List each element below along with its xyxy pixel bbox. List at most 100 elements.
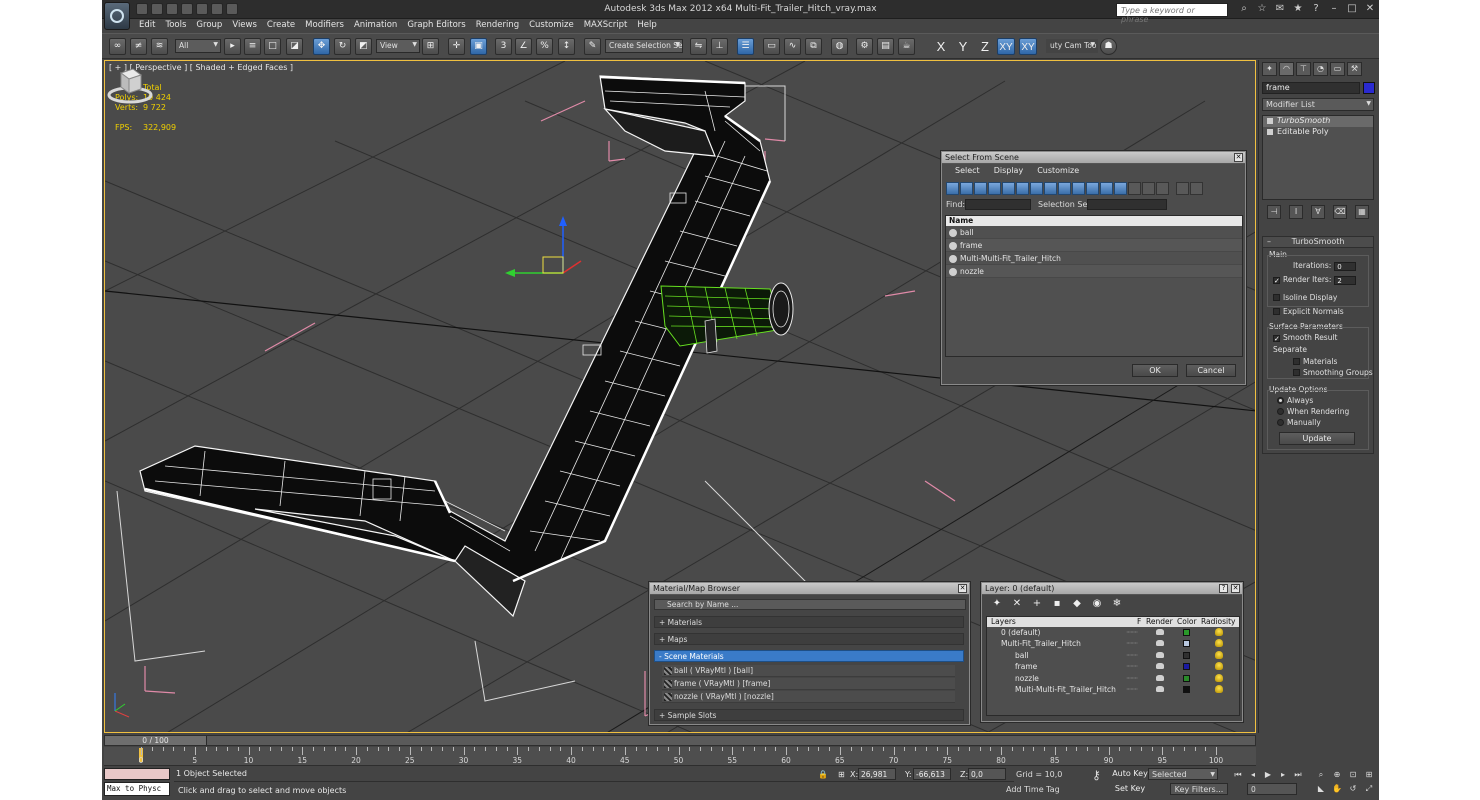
render-teapot-icon[interactable] [1156,651,1164,658]
select-by-name-icon[interactable]: ≡ [244,38,261,55]
minimize-icon[interactable]: – [1328,3,1340,15]
section-sample-slots[interactable]: + Sample Slots [654,709,964,721]
named-selection-dropdown[interactable]: Create Selection Se [605,39,683,53]
layer-visibility-dots[interactable]: ········ [1126,684,1138,695]
manually-radio[interactable] [1277,419,1284,426]
select-rotate-icon[interactable]: ↻ [334,38,351,55]
sync-selection-icon[interactable] [1156,182,1169,195]
add-to-layer-icon[interactable]: + [1030,598,1044,611]
smooth-result-checkbox[interactable]: ✓ [1273,335,1280,343]
menu-graph-editors[interactable]: Graph Editors [402,19,470,33]
spinner-snap-icon[interactable]: ↕ [558,38,575,55]
stack-item-editable-poly[interactable]: Editable Poly [1263,127,1373,138]
expand-icon[interactable] [1267,129,1273,135]
cancel-button[interactable]: Cancel [1186,364,1236,377]
axis-x-button[interactable]: X [932,38,950,55]
maximize-icon[interactable]: □ [1346,3,1358,15]
zoom-icon[interactable]: ⌕ [1315,769,1327,780]
render-teapot-icon[interactable] [1156,663,1164,670]
ball-mount[interactable] [660,282,794,354]
sfs-menu-display[interactable]: Display [987,164,1031,178]
select-scale-icon[interactable]: ◩ [355,38,372,55]
materials-checkbox[interactable] [1293,358,1300,365]
selection-set-dropdown[interactable] [1087,199,1167,210]
layer-visibility-dots[interactable]: ········ [1126,673,1138,684]
table-row[interactable]: 0 (default) ········ [987,627,1239,638]
utilities-tab-icon[interactable]: ⚒ [1347,62,1362,76]
stack-item-turbosmooth[interactable]: TurboSmooth [1263,116,1373,127]
render-iters-checkbox[interactable]: ✓ [1273,277,1280,285]
menu-views[interactable]: Views [227,19,262,33]
radiosity-bulb-icon[interactable] [1215,628,1223,636]
menu-create[interactable]: Create [262,19,300,33]
list-item[interactable]: nozzle [946,265,1242,278]
graphite-toolbar-icon[interactable]: ▭ [763,38,780,55]
radiosity-bulb-icon[interactable] [1215,639,1223,648]
layer-visibility-dots[interactable]: ········ [1126,638,1138,649]
maxscript-listener-input[interactable] [104,768,170,780]
menu-group[interactable]: Group [191,19,227,33]
render-setup-icon[interactable]: ⚙ [856,38,873,55]
zoom-all-icon[interactable]: ⊕ [1331,769,1343,780]
link-icon[interactable]: ∞ [109,38,126,55]
column-render[interactable]: Render [1146,617,1173,626]
list-item[interactable]: ball [946,226,1242,239]
display-hidden-icon[interactable] [1100,182,1113,195]
list-item[interactable]: frame ( VRayMtl ) [frame] [662,678,955,690]
freeze-all-icon[interactable]: ❄ [1110,598,1124,611]
absolute-mode-icon[interactable]: ⊞ [838,770,845,779]
help-search-input[interactable]: Type a keyword or phrase [1116,3,1228,24]
angle-snap-icon[interactable]: ∠ [515,38,532,55]
menu-tools[interactable]: Tools [160,19,191,33]
make-unique-icon[interactable]: ∀ [1311,205,1325,219]
go-to-end-icon[interactable]: ⏭ [1292,769,1304,780]
previous-frame-icon[interactable]: ◂ [1247,769,1259,780]
zoom-extents-icon[interactable]: ⊡ [1347,769,1359,780]
close-icon[interactable]: ✕ [1231,584,1240,593]
display-helpers-icon[interactable] [1002,182,1015,195]
reference-coordinate-dropdown[interactable]: View [376,39,420,53]
sfs-menu-customize[interactable]: Customize [1030,164,1086,178]
add-time-tag-button[interactable]: Add Time Tag [1006,785,1060,794]
key-filters-button[interactable]: Key Filters... [1170,783,1228,795]
transform-gizmo[interactable] [505,216,582,277]
object-color-swatch[interactable] [1363,82,1375,94]
remove-modifier-icon[interactable]: ⌫ [1333,205,1347,219]
table-row[interactable]: Multi-Multi-Fit_Trailer_Hitch ········ [987,684,1239,695]
layer-visibility-dots[interactable]: ········ [1126,627,1138,638]
table-row[interactable]: nozzle ········ [987,673,1239,684]
unlink-icon[interactable]: ≠ [130,38,147,55]
pin-stack-icon[interactable]: ⊣ [1267,205,1281,219]
when-rendering-radio[interactable] [1277,408,1284,415]
render-iters-spinner[interactable]: 2 [1334,276,1357,285]
go-to-start-icon[interactable]: ⏮ [1232,769,1244,780]
viewcube-icon[interactable] [105,61,155,106]
close-icon[interactable]: ✕ [958,584,967,593]
render-teapot-icon[interactable] [1156,640,1164,647]
layer-visibility-dots[interactable]: ········ [1126,661,1138,672]
table-row[interactable]: ball ········ [987,650,1239,661]
align-icon[interactable]: ⊥ [711,38,728,55]
menu-rendering[interactable]: Rendering [471,19,524,33]
menu-maxscript[interactable]: MAXScript [579,19,633,33]
display-containers-icon[interactable] [1072,182,1085,195]
time-slider-thumb[interactable]: 0 / 100 [105,736,207,745]
isoline-display-checkbox[interactable] [1273,294,1280,301]
list-item[interactable]: nozzle ( VRayMtl ) [nozzle] [662,691,955,703]
radiosity-bulb-icon[interactable] [1215,662,1223,671]
axis-y-button[interactable]: Y [954,38,972,55]
favorites-icon[interactable]: ★ [1292,3,1304,15]
subscription-icon[interactable]: ☆ [1256,3,1268,15]
window-crossing-icon[interactable]: ◪ [286,38,303,55]
help-icon[interactable]: ? [1310,3,1322,15]
new-layer-icon[interactable]: ✦ [990,598,1004,611]
menu-modifiers[interactable]: Modifiers [300,19,349,33]
app-logo-icon[interactable] [104,2,130,30]
current-frame-input[interactable]: 0 [1247,783,1297,795]
configure-sets-icon[interactable]: ▦ [1355,205,1369,219]
display-lights-icon[interactable] [974,182,987,195]
percent-snap-icon[interactable]: % [536,38,553,55]
create-tab-icon[interactable]: ✦ [1262,62,1277,76]
next-frame-icon[interactable]: ▸ [1277,769,1289,780]
menu-help[interactable]: Help [632,19,661,33]
